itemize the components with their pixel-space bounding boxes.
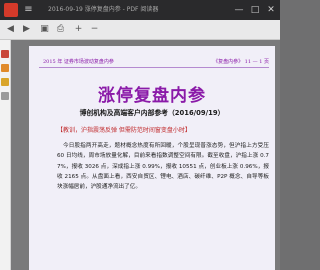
zoom-in-icon[interactable]: + [72, 23, 85, 36]
toolbar: ◀ ▶ ▣ ⎙ + − [0, 20, 280, 40]
maximize-button[interactable]: □ [248, 0, 262, 20]
page-header-right: 《复盘内参》 11 — 1 页 [213, 59, 269, 65]
close-button[interactable]: ✕ [264, 0, 278, 20]
page-header-left: 2015 年 证券市场波动复盘内参 [43, 59, 114, 65]
document-viewport[interactable]: 2015 年 证券市场波动复盘内参 《复盘内参》 11 — 1 页 涨停复盘内参… [11, 40, 280, 270]
minimize-button[interactable]: — [232, 0, 246, 20]
print-icon[interactable]: ⎙ [54, 23, 67, 36]
body-paragraph: 今日股指两开高走，题材概念热度有所回暖，个股呈现普涨态势，但沪指上方受压 60 … [57, 143, 269, 191]
document-tagline: 【教训，沪指震荡反弹 但需防范时间窗变盘小时】 [57, 127, 191, 134]
thumbnail-icon[interactable] [1, 64, 9, 72]
app-logo-icon [4, 3, 18, 17]
document-title: 涨停复盘内参 [98, 86, 206, 106]
bookmark-icon[interactable] [1, 50, 9, 58]
side-panel [0, 40, 11, 270]
zoom-out-icon[interactable]: − [88, 23, 101, 36]
forward-icon[interactable]: ▶ [20, 23, 33, 36]
title-bar: ≡ 2016-09-19 涨停复盘内参 - PDF 阅读器 — □ ✕ [0, 0, 280, 20]
comment-icon[interactable] [1, 78, 9, 86]
window-title: 2016-09-19 涨停复盘内参 - PDF 阅读器 [48, 6, 159, 13]
save-icon[interactable]: ▣ [38, 23, 51, 36]
search-icon[interactable] [1, 92, 9, 100]
document-subtitle: 博创机构及高端客户内部参考（2016/09/19） [79, 109, 225, 117]
back-icon[interactable]: ◀ [4, 23, 17, 36]
menu-icon[interactable]: ≡ [22, 3, 35, 17]
header-divider [39, 67, 269, 68]
document-page: 2015 年 证券市场波动复盘内参 《复盘内参》 11 — 1 页 涨停复盘内参… [29, 46, 275, 270]
